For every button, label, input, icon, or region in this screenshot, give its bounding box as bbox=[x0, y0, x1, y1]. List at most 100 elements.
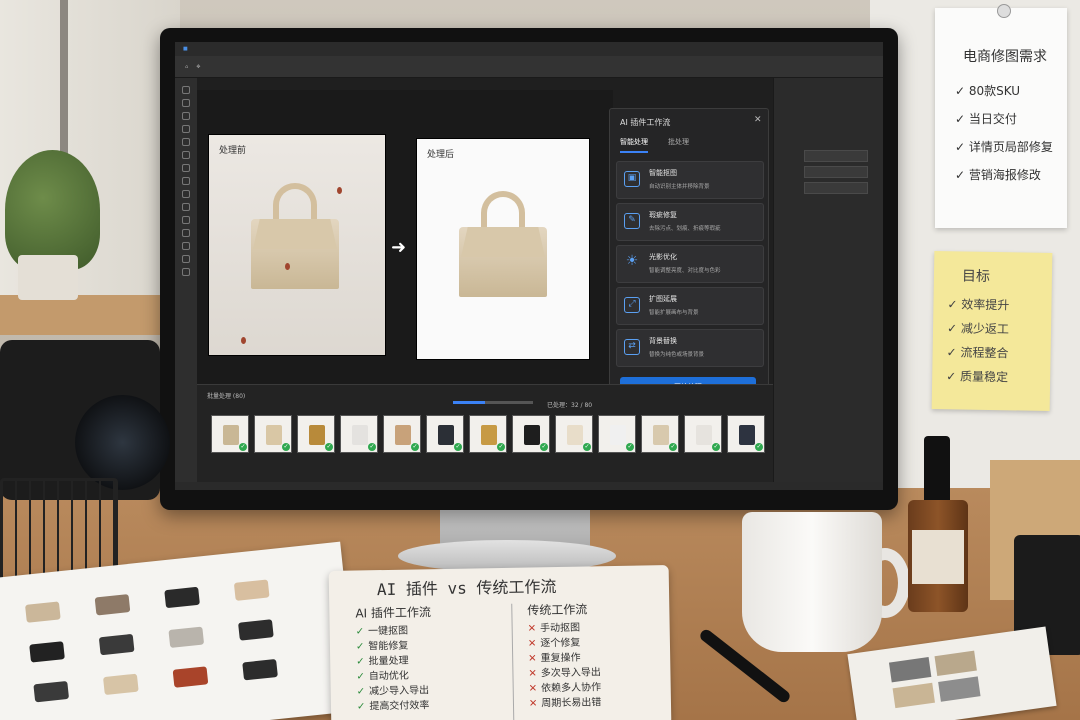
product-thumbnail[interactable]: ✓ bbox=[383, 415, 421, 453]
product-image bbox=[309, 425, 325, 445]
requirements-title: 电商修图需求 bbox=[963, 49, 1047, 65]
column-divider bbox=[511, 603, 515, 720]
product-image bbox=[653, 425, 669, 445]
product-thumbnail[interactable]: ✓ bbox=[512, 415, 550, 453]
text-tool-icon[interactable] bbox=[182, 229, 190, 237]
eraser-tool-icon[interactable] bbox=[182, 190, 190, 198]
expand-icon: ⤢ bbox=[624, 297, 640, 313]
feature-background-replace[interactable]: ⇄ 背景替换 替换为纯色或场景背景 bbox=[616, 329, 764, 367]
goal-item: ✓ 减少返工 bbox=[946, 321, 1010, 337]
hand-tool-icon[interactable] bbox=[182, 255, 190, 263]
panel-tabs: 智能处理 批处理 bbox=[620, 137, 689, 153]
layer-row[interactable] bbox=[804, 182, 868, 194]
product-thumbnail[interactable]: ✓ bbox=[598, 415, 636, 453]
repair-icon: ✎ bbox=[624, 213, 640, 229]
product-image bbox=[567, 425, 583, 445]
product-image bbox=[696, 425, 712, 445]
goal-item: ✓ 流程整合 bbox=[946, 345, 1009, 361]
menu-bar: ■ bbox=[175, 42, 883, 56]
lasso-tool-icon[interactable] bbox=[182, 112, 190, 120]
list-item: ✓ 批量处理 bbox=[356, 655, 409, 668]
list-item: ✓ 减少导入导出 bbox=[356, 685, 430, 698]
stain-mark bbox=[337, 187, 342, 194]
list-item: ✓ 一键抠图 bbox=[355, 625, 409, 638]
feature-desc: 智能调整亮度、对比度与色彩 bbox=[649, 268, 721, 274]
column-head: 传统工作流 bbox=[527, 602, 588, 618]
product-image bbox=[438, 425, 454, 445]
feature-title: 瑕疵修复 bbox=[649, 211, 677, 219]
list-item: ✕ 逐个修复 bbox=[527, 637, 581, 650]
after-photo: 处理后 bbox=[416, 138, 590, 360]
pin-icon bbox=[997, 4, 1011, 18]
gradient-tool-icon[interactable] bbox=[182, 203, 190, 211]
tool-panel bbox=[175, 78, 197, 490]
goal-item: ✓ 质量稳定 bbox=[946, 369, 1009, 385]
move-tool-icon[interactable] bbox=[182, 86, 190, 94]
dropper-cap bbox=[924, 436, 950, 506]
product-thumbnail[interactable]: ✓ bbox=[555, 415, 593, 453]
feature-desc: 替换为纯色或场景背景 bbox=[649, 352, 705, 358]
check-icon: ✓ bbox=[411, 443, 419, 451]
product-thumbnail[interactable]: ✓ bbox=[727, 415, 765, 453]
crop-tool-icon[interactable] bbox=[182, 125, 190, 133]
requirement-item: ✓ 80款SKU bbox=[955, 84, 1021, 98]
check-icon: ✓ bbox=[454, 443, 462, 451]
product-image bbox=[610, 425, 626, 445]
feature-smart-cutout[interactable]: ▣ 智能抠图 自动识别主体并移除背景 bbox=[616, 161, 764, 199]
brush-tool-icon[interactable] bbox=[182, 164, 190, 172]
sun-icon: ☀ bbox=[625, 253, 639, 269]
home-icon[interactable]: ⌂ bbox=[185, 64, 188, 70]
product-image bbox=[352, 425, 368, 445]
check-icon: ✓ bbox=[282, 443, 290, 451]
layer-row[interactable] bbox=[804, 150, 868, 162]
app-logo-icon[interactable]: ■ bbox=[183, 46, 188, 52]
product-image bbox=[739, 425, 755, 445]
bottle-label bbox=[912, 530, 964, 584]
product-image bbox=[481, 425, 497, 445]
shelf bbox=[0, 295, 175, 335]
image-cutout-icon: ▣ bbox=[624, 171, 640, 187]
column-head: AI 插件工作流 bbox=[355, 605, 432, 621]
coffee-mug bbox=[742, 512, 882, 652]
product-image bbox=[266, 425, 282, 445]
stamp-tool-icon[interactable] bbox=[182, 177, 190, 185]
product-thumbnail[interactable]: ✓ bbox=[641, 415, 679, 453]
feature-defect-repair[interactable]: ✎ 瑕疵修复 去除污点、划痕、折痕等瑕疵 bbox=[616, 203, 764, 241]
check-icon: ✓ bbox=[626, 443, 634, 451]
move-tool-icon[interactable]: ✥ bbox=[196, 64, 200, 70]
list-item: ✕ 依赖多人协作 bbox=[528, 682, 602, 695]
notebook-title: AI 插件 vs 传统工作流 bbox=[376, 577, 557, 600]
pen-tool-icon[interactable] bbox=[182, 216, 190, 224]
product-thumbnail[interactable]: ✓ bbox=[297, 415, 335, 453]
check-icon: ✓ bbox=[497, 443, 505, 451]
product-thumbnail[interactable]: ✓ bbox=[469, 415, 507, 453]
requirement-item: ✓ 详情页局部修复 bbox=[955, 140, 1053, 154]
feature-expand[interactable]: ⤢ 扩图延展 智能扩展画布与背景 bbox=[616, 287, 764, 325]
batch-label: 批量处理 (80) bbox=[207, 393, 246, 400]
close-icon[interactable]: ✕ bbox=[754, 115, 762, 125]
tab-smart-processing[interactable]: 智能处理 bbox=[620, 137, 648, 153]
list-item: ✕ 周期长易出错 bbox=[528, 697, 602, 710]
product-image bbox=[524, 425, 540, 445]
healing-brush-icon[interactable] bbox=[182, 151, 190, 159]
check-icon: ✓ bbox=[325, 443, 333, 451]
marquee-tool-icon[interactable] bbox=[182, 99, 190, 107]
feature-desc: 智能扩展画布与背景 bbox=[649, 310, 699, 316]
product-thumbnail[interactable]: ✓ bbox=[211, 415, 249, 453]
product-thumbnail[interactable]: ✓ bbox=[426, 415, 464, 453]
list-item: ✕ 手动抠图 bbox=[527, 622, 581, 635]
tab-batch-processing[interactable]: 批处理 bbox=[668, 137, 689, 153]
product-thumbnail[interactable]: ✓ bbox=[340, 415, 378, 453]
before-label: 处理前 bbox=[219, 146, 247, 156]
zoom-tool-icon[interactable] bbox=[182, 268, 190, 276]
product-thumbnail[interactable]: ✓ bbox=[254, 415, 292, 453]
status-bar bbox=[175, 482, 883, 490]
feature-light-optimize[interactable]: ☀ 光影优化 智能调整亮度、对比度与色彩 bbox=[616, 245, 764, 283]
product-thumbnail[interactable]: ✓ bbox=[684, 415, 722, 453]
shape-tool-icon[interactable] bbox=[182, 242, 190, 250]
layer-row[interactable] bbox=[804, 166, 868, 178]
check-icon: ✓ bbox=[755, 443, 763, 451]
ai-plugin-panel: AI 插件工作流 ✕ 智能处理 批处理 ▣ 智能抠图 自动识别主体并移除背景 ✎… bbox=[609, 108, 769, 412]
eyedropper-tool-icon[interactable] bbox=[182, 138, 190, 146]
feature-title: 背景替换 bbox=[649, 337, 677, 345]
